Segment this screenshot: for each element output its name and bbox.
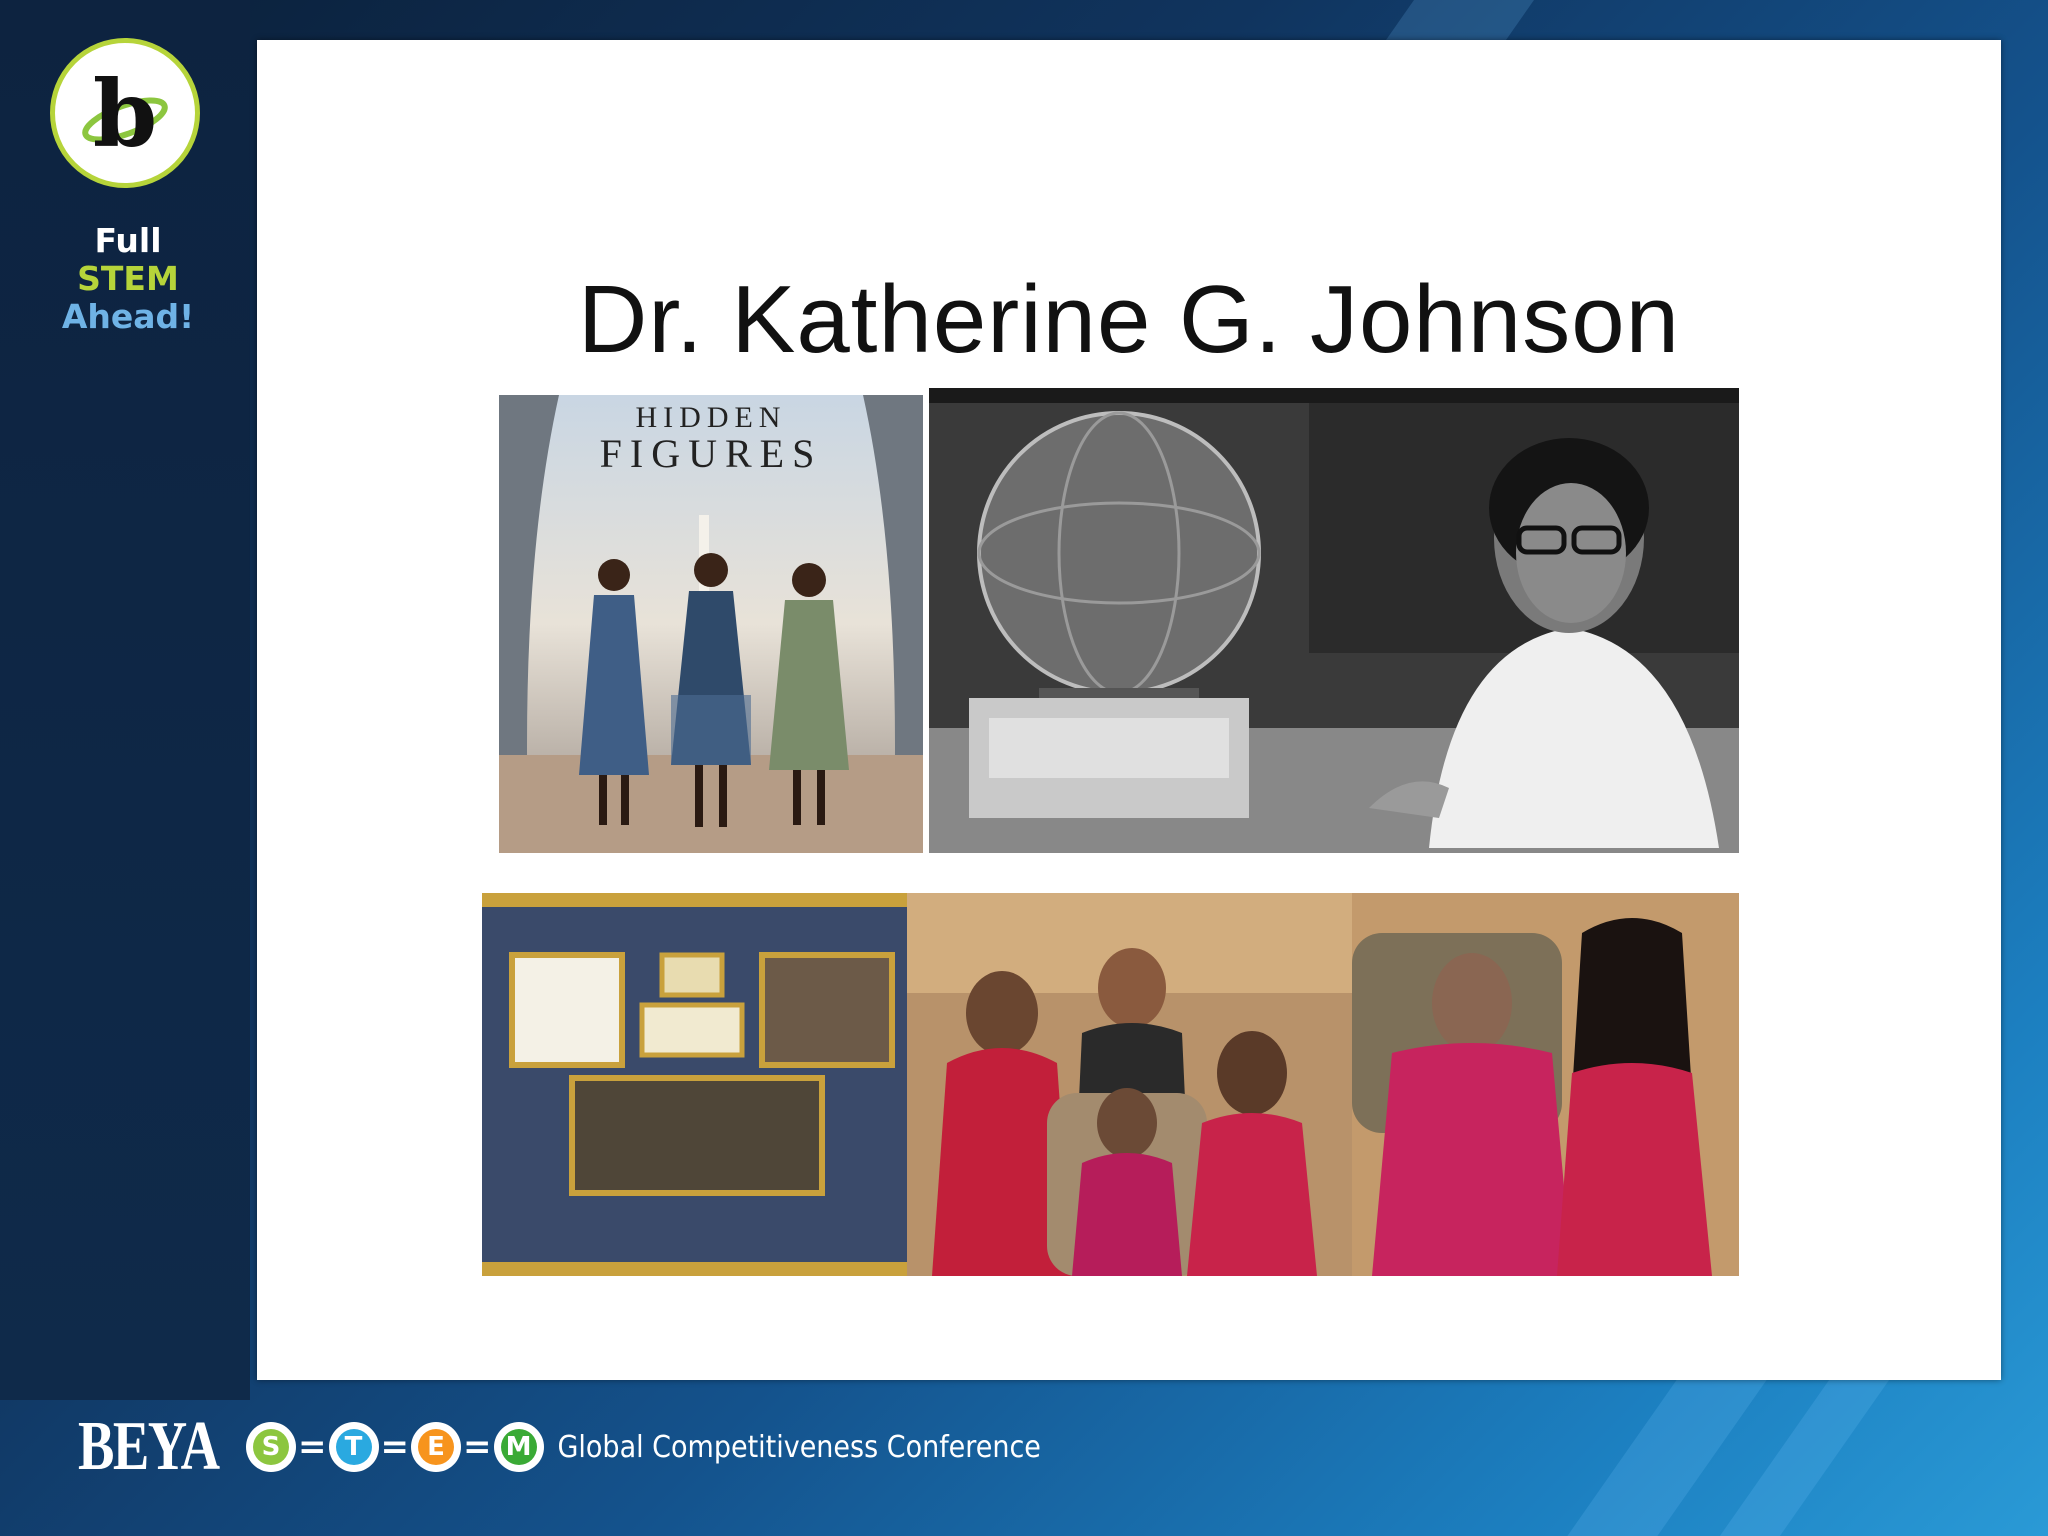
- stem-badge-t: T: [328, 1422, 379, 1472]
- tagline-stem: STEM: [77, 259, 179, 298]
- poster-title-line2: FIGURES: [600, 431, 823, 476]
- slide-title: Dr. Katherine G. Johnson: [578, 266, 1680, 373]
- slide-canvas: Dr. Katherine G. Johnson HIDDEN FIGURES: [257, 40, 2001, 1380]
- tagline-full: Full: [94, 221, 162, 260]
- group-photo-collage: [482, 893, 1739, 1276]
- svg-text:b: b: [93, 60, 157, 168]
- footer-brand: BEYA S = T = E = M Global Competitivenes…: [78, 1408, 1041, 1485]
- logo: b: [50, 38, 200, 188]
- hidden-figures-poster-image: HIDDEN FIGURES: [499, 395, 923, 853]
- conference-name: Global Competitiveness Conference: [557, 1429, 1041, 1465]
- katherine-johnson-photo: [929, 388, 1739, 853]
- logo-tagline: Full STEM Ahead!: [30, 222, 226, 336]
- sidebar-panel: [0, 0, 250, 1400]
- beya-logo-text: BEYA: [78, 1408, 220, 1485]
- tagline-ahead: Ahead!: [61, 297, 195, 336]
- stem-badges: S = T = E = M: [246, 1422, 544, 1472]
- logo-b-icon: b: [82, 60, 168, 168]
- stem-badge-s: S: [246, 1422, 296, 1472]
- poster-title-line1: HIDDEN: [636, 401, 787, 434]
- background-streak: [1385, 0, 1535, 40]
- stem-badge-m: M: [493, 1422, 544, 1472]
- stem-badge-e: E: [411, 1422, 461, 1472]
